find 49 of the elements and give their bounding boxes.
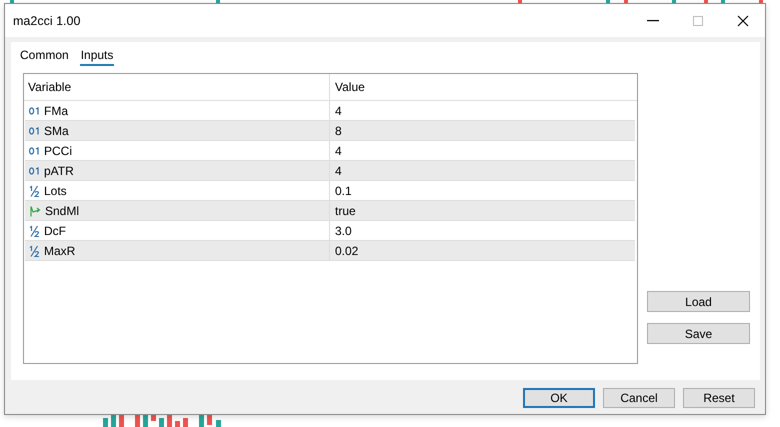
variable-name: Lots [44, 184, 67, 198]
candle [151, 415, 156, 421]
integer-type-icon [29, 106, 40, 114]
dialog-button[interactable]: Cancel [603, 388, 675, 408]
variable-name: FMa [44, 104, 68, 118]
value-cell[interactable]: 4 [330, 161, 342, 180]
variable-name: SMa [44, 124, 69, 138]
value-cell[interactable]: 3.0 [330, 221, 352, 240]
column-header[interactable]: Variable [24, 74, 330, 100]
integer-type-icon [29, 146, 40, 154]
boolean-arrow-icon [29, 204, 41, 216]
candle [199, 415, 204, 427]
integer-type-icon [29, 126, 40, 134]
candle [159, 418, 164, 427]
value-cell[interactable]: 8 [330, 121, 342, 140]
value-cell[interactable]: 4 [330, 101, 342, 120]
dialog-button[interactable]: Reset [683, 388, 755, 408]
tab[interactable]: Inputs [80, 48, 114, 66]
close-icon[interactable] [737, 14, 749, 26]
integer-type-icon [29, 166, 40, 174]
tab[interactable]: Common [19, 48, 70, 64]
candle [207, 415, 212, 425]
candle [103, 418, 108, 427]
candle [135, 415, 140, 427]
value-cell[interactable]: true [330, 201, 356, 220]
candle [175, 421, 180, 427]
side-button[interactable]: Save [647, 323, 750, 344]
candle [143, 415, 148, 427]
value-cell[interactable]: 4 [330, 141, 342, 160]
window-title: ma2cci 1.00 [13, 14, 80, 28]
value-cell[interactable]: 0.02 [330, 241, 358, 260]
column-header[interactable]: Value [330, 74, 365, 100]
fraction-type-icon [29, 184, 40, 196]
minimize-icon[interactable] [647, 20, 659, 22]
variable-name: PCCi [44, 144, 72, 158]
side-button[interactable]: Load [647, 291, 750, 312]
variable-name: DcF [44, 224, 66, 238]
variable-name: MaxR [44, 244, 76, 258]
fraction-type-icon [29, 224, 40, 236]
variable-name: pATR [44, 164, 74, 178]
candle [119, 415, 124, 427]
value-cell[interactable]: 0.1 [330, 181, 352, 200]
candle [167, 415, 172, 427]
candle [216, 420, 221, 427]
candle [183, 418, 188, 427]
dialog-button[interactable]: OK [523, 388, 595, 408]
candle [111, 415, 116, 427]
fraction-type-icon [29, 244, 40, 256]
variable-name: SndMl [45, 204, 80, 218]
